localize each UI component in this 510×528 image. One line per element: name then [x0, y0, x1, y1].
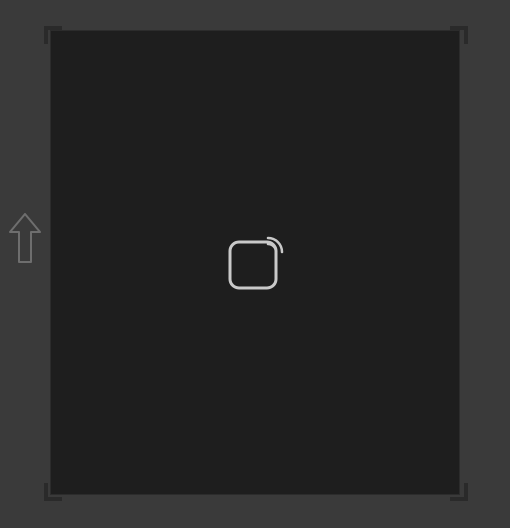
stage [0, 0, 510, 528]
up-arrow-icon[interactable] [8, 212, 42, 266]
airplay-cast-icon[interactable] [226, 234, 286, 294]
